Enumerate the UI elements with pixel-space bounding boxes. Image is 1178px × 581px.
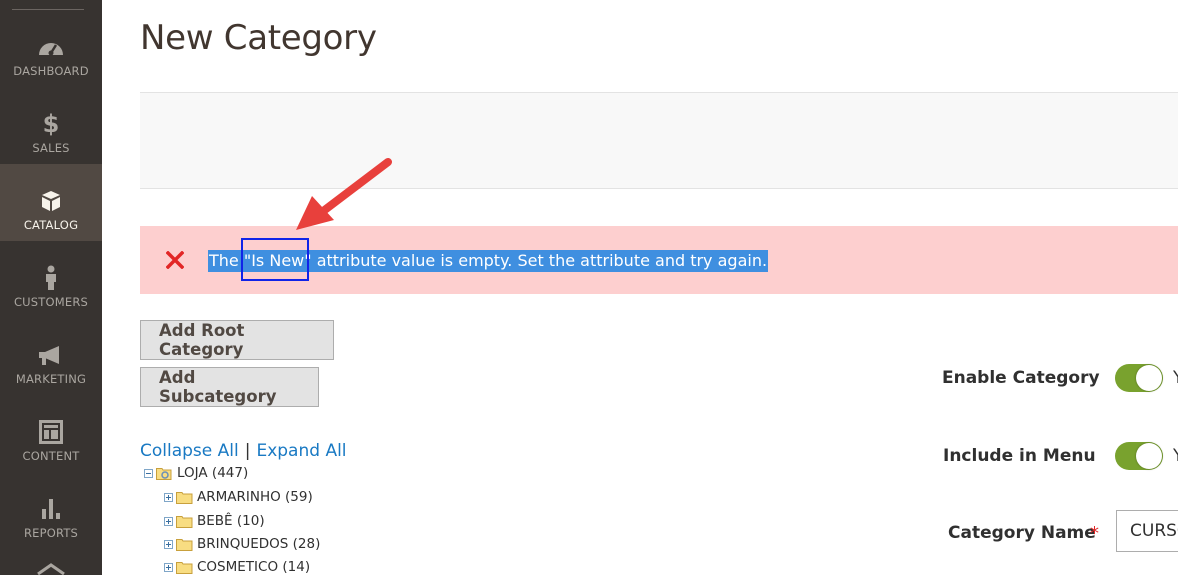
nav-label-catalog: CATALOG bbox=[23, 218, 79, 232]
add-subcategory-button[interactable]: Add Subcategory bbox=[140, 367, 319, 407]
collapse-toggle-icon[interactable] bbox=[144, 468, 153, 478]
collapse-all-link[interactable]: Collapse All bbox=[140, 441, 239, 461]
enable-category-toggle[interactable] bbox=[1115, 364, 1163, 392]
nav-item-marketing[interactable]: MARKETING bbox=[0, 318, 102, 395]
megaphone-icon bbox=[37, 342, 65, 368]
page-title: New Category bbox=[140, 18, 377, 58]
tree-controls: Collapse All | Expand All bbox=[140, 441, 347, 461]
error-x-icon bbox=[165, 250, 185, 270]
folder-icon bbox=[176, 561, 193, 574]
tree-node[interactable]: BRINQUEDOS (28) bbox=[164, 534, 320, 554]
expand-all-link[interactable]: Expand All bbox=[256, 441, 346, 461]
tree-controls-separator: | bbox=[244, 441, 251, 461]
person-icon bbox=[44, 265, 58, 291]
annotation-arrow-icon bbox=[296, 158, 392, 230]
dashboard-icon bbox=[37, 34, 65, 60]
nav-item-dashboard[interactable]: DASHBOARD bbox=[0, 10, 102, 87]
enable-category-toggle-text: Y bbox=[1173, 368, 1178, 388]
expand-toggle-icon[interactable] bbox=[164, 539, 173, 549]
tree-node-label: COSMETICO (14) bbox=[197, 559, 311, 575]
tree-node[interactable]: ARMARINHO (59) bbox=[164, 487, 313, 507]
expand-toggle-icon[interactable] bbox=[164, 492, 173, 502]
annotation-highlight-box bbox=[241, 238, 309, 281]
include-in-menu-toggle[interactable] bbox=[1115, 442, 1163, 470]
dollar-icon: $ bbox=[42, 110, 60, 138]
add-root-category-button[interactable]: Add Root Category bbox=[140, 320, 334, 360]
folder-icon bbox=[176, 538, 193, 551]
folder-icon bbox=[176, 491, 193, 504]
bar-chart-icon bbox=[40, 496, 62, 522]
include-in-menu-toggle-text: Y bbox=[1173, 446, 1178, 466]
box-icon bbox=[40, 188, 62, 214]
nav-item-customers[interactable]: CUSTOMERS bbox=[0, 241, 102, 318]
nav-label-customers: CUSTOMERS bbox=[13, 295, 89, 309]
nav-item-content[interactable]: CONTENT bbox=[0, 395, 102, 472]
expand-toggle-icon[interactable] bbox=[164, 562, 173, 572]
nav-label-sales: SALES bbox=[32, 141, 70, 155]
nav-item-reports[interactable]: REPORTS bbox=[0, 472, 102, 549]
expand-toggle-icon[interactable] bbox=[164, 516, 173, 526]
folder-icon bbox=[176, 515, 193, 528]
tree-node-label: BEBÊ (10) bbox=[197, 513, 265, 529]
tree-node-label: BRINQUEDOS (28) bbox=[197, 536, 321, 552]
nav-label-marketing: MARKETING bbox=[15, 372, 87, 386]
layout-icon bbox=[39, 419, 63, 445]
category-name-label: Category Name bbox=[948, 523, 1096, 543]
store-icon[interactable] bbox=[36, 562, 66, 581]
nav-item-sales[interactable]: $ SALES bbox=[0, 87, 102, 164]
nav-label-dashboard: DASHBOARD bbox=[13, 64, 89, 78]
nav-label-content: CONTENT bbox=[22, 449, 80, 463]
enable-category-label: Enable Category bbox=[942, 368, 1100, 388]
category-name-input[interactable] bbox=[1116, 510, 1178, 552]
required-asterisk: * bbox=[1090, 523, 1099, 544]
nav-label-reports: REPORTS bbox=[23, 526, 79, 540]
tree-node[interactable]: COSMETICO (14) bbox=[164, 557, 310, 577]
folder-open-icon bbox=[156, 467, 173, 480]
tree-node-label: LOJA (447) bbox=[177, 465, 249, 481]
nav-item-catalog[interactable]: CATALOG bbox=[0, 164, 102, 241]
admin-sidebar: DASHBOARD $ SALES CATALOG CUSTOMERS MARK… bbox=[0, 0, 102, 576]
tree-node-label: ARMARINHO (59) bbox=[197, 489, 313, 505]
include-in-menu-label: Include in Menu bbox=[943, 446, 1096, 466]
tree-node-root[interactable]: LOJA (447) bbox=[144, 463, 248, 483]
tree-node[interactable]: BEBÊ (10) bbox=[164, 511, 265, 531]
